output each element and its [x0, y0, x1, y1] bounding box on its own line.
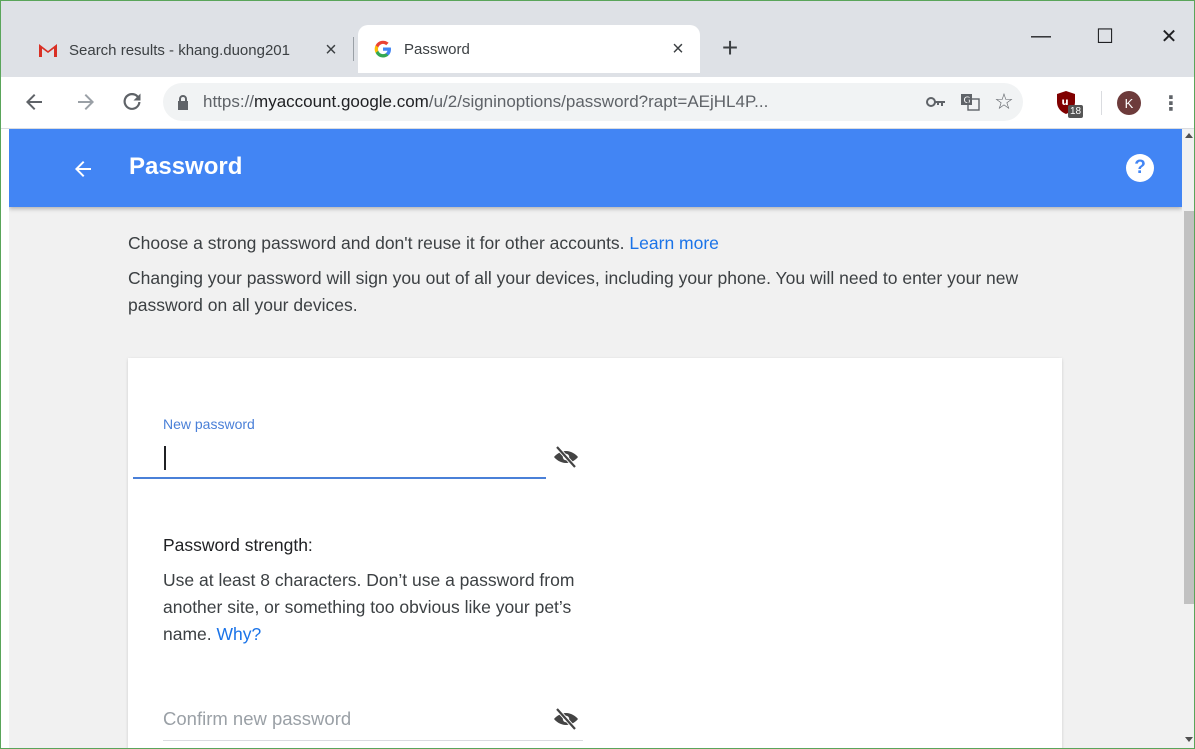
tab-title: Search results - khang.duong201	[69, 41, 290, 59]
url-scheme: https://	[203, 92, 255, 111]
confirm-password-placeholder: Confirm new password	[163, 708, 352, 729]
new-password-label: New password	[163, 416, 255, 432]
confirm-password-underline	[163, 740, 583, 741]
scroll-up-arrow-icon[interactable]	[1185, 133, 1193, 138]
scroll-thumb[interactable]	[1184, 211, 1194, 604]
app-bar: Password ?	[9, 129, 1182, 207]
maximize-icon[interactable]: ☐	[1085, 19, 1125, 53]
tab-gmail-search[interactable]: Search results - khang.duong201 ×	[23, 27, 353, 73]
url-path: /u/2/signinoptions/password?rapt=AEjHL4P…	[428, 92, 769, 111]
tab-password[interactable]: Password ×	[358, 25, 700, 73]
tab-title: Password	[404, 40, 470, 58]
forward-arrow-icon[interactable]	[69, 85, 103, 119]
reload-icon[interactable]	[115, 85, 149, 119]
back-arrow-icon[interactable]	[65, 151, 101, 187]
intro-text: Choose a strong password and don't reuse…	[128, 230, 1068, 327]
password-strength-text: Use at least 8 characters. Don’t use a p…	[163, 567, 593, 648]
bookmark-star-icon[interactable]: ☆	[989, 87, 1019, 117]
close-tab-icon[interactable]: ×	[664, 35, 692, 63]
key-icon[interactable]	[921, 87, 951, 117]
tab-separator	[353, 37, 354, 61]
browser-window: Search results - khang.duong201 × Passwo…	[0, 0, 1195, 749]
why-link[interactable]: Why?	[217, 624, 262, 644]
more-menu-icon[interactable]: ⋮	[1161, 89, 1181, 117]
visibility-off-icon[interactable]	[551, 706, 581, 732]
profile-avatar[interactable]: K	[1117, 91, 1141, 115]
url-host: myaccount.google.com	[254, 92, 429, 111]
learn-more-link[interactable]: Learn more	[629, 233, 719, 253]
address-bar[interactable]: https://myaccount.google.com/u/2/signino…	[163, 83, 1023, 121]
gmail-icon	[37, 39, 59, 61]
confirm-password-input[interactable]: Confirm new password	[163, 704, 581, 740]
lock-icon[interactable]	[177, 94, 191, 110]
browser-toolbar: https://myaccount.google.com/u/2/signino…	[1, 77, 1194, 129]
back-arrow-icon[interactable]	[17, 85, 51, 119]
text-caret	[164, 446, 166, 470]
close-tab-icon[interactable]: ×	[317, 36, 345, 64]
translate-icon[interactable]: G	[955, 87, 985, 117]
url-text[interactable]: https://myaccount.google.com/u/2/signino…	[203, 92, 921, 112]
page-scrollbar[interactable]	[1182, 129, 1194, 748]
minimize-icon[interactable]: —	[1021, 19, 1061, 53]
visibility-off-icon[interactable]	[551, 444, 581, 470]
password-strength-title: Password strength:	[163, 535, 313, 555]
new-tab-button[interactable]: +	[713, 31, 747, 65]
scroll-down-arrow-icon[interactable]	[1185, 737, 1193, 742]
tab-strip: Search results - khang.duong201 × Passwo…	[1, 1, 1194, 77]
page-title: Password	[129, 153, 243, 180]
page-content: Password ? Choose a strong password and …	[9, 129, 1182, 748]
password-form-card: New password Password strength: Use at l…	[128, 358, 1062, 748]
intro-line-1: Choose a strong password and don't reuse…	[128, 233, 625, 253]
intro-paragraph-1: Choose a strong password and don't reuse…	[128, 230, 1068, 257]
new-password-input[interactable]	[163, 440, 581, 476]
help-icon[interactable]: ?	[1126, 154, 1154, 182]
extension-ublock-icon[interactable]: u 18	[1053, 87, 1085, 119]
google-g-icon	[372, 38, 394, 60]
svg-text:G: G	[964, 96, 971, 106]
toolbar-divider	[1101, 91, 1102, 115]
extension-badge: 18	[1068, 105, 1084, 118]
intro-paragraph-2: Changing your password will sign you out…	[128, 268, 1019, 315]
new-password-underline	[133, 477, 546, 479]
window-close-icon[interactable]: ✕	[1149, 19, 1189, 53]
